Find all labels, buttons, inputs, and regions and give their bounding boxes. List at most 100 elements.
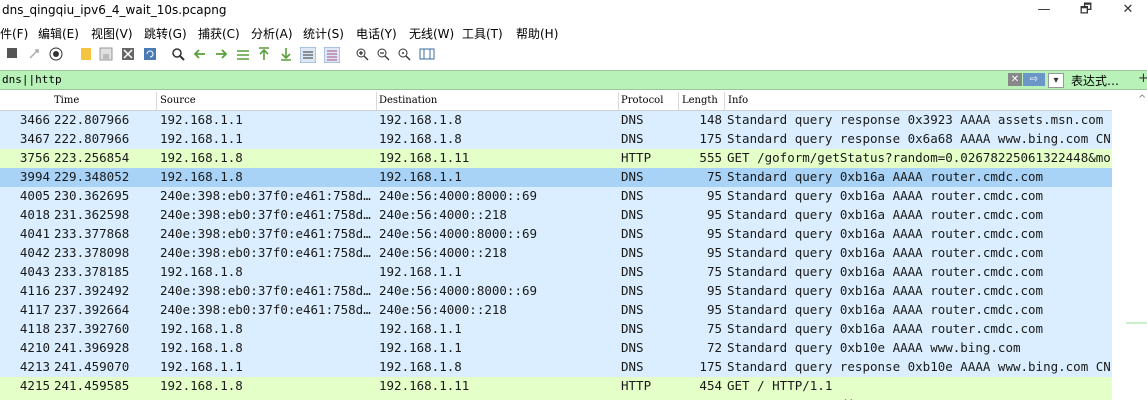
reload-icon[interactable]	[142, 47, 158, 63]
packet-row[interactable]: 4043 233.378185 192.168.1.8 192.168.1.1 DNS 7…	[0, 263, 1112, 282]
resize-columns-icon[interactable]	[419, 47, 435, 63]
packet-time: 233.377868	[54, 226, 130, 241]
packet-row[interactable]: 4018 231.362598 240e:398:eb0:37f0:e461:758…	[0, 206, 1112, 225]
column-time[interactable]: Time	[54, 95, 79, 106]
packet-row[interactable]: 4210 241.396928 192.168.1.8 192.168.1.1 DNS 7…	[0, 339, 1112, 358]
packet-length: 555	[699, 150, 722, 165]
packet-time: 233.378185	[54, 264, 130, 279]
menu-file[interactable]: 件(F)	[0, 25, 28, 42]
packet-length: 454	[699, 378, 722, 393]
goto-icon[interactable]	[235, 47, 251, 63]
minimize-button[interactable]: —	[1021, 0, 1067, 22]
open-icon[interactable]	[78, 47, 94, 63]
packet-row[interactable]: 3466 222.807966 192.168.1.1 192.168.1.8 DNS 1…	[0, 111, 1112, 130]
packet-row[interactable]: 4041 233.377868 240e:398:eb0:37f0:e461:758…	[0, 225, 1112, 244]
packet-row[interactable]: 4042 233.378098 240e:398:eb0:37f0:e461:758…	[0, 244, 1112, 263]
zoom-out-icon[interactable]	[375, 47, 391, 63]
packet-destination: 192.168.1.1	[379, 169, 462, 184]
autoscroll-icon[interactable]	[299, 46, 317, 64]
packet-number: 4215	[19, 378, 50, 393]
colorize-icon[interactable]	[323, 46, 341, 64]
packet-time: 230.362695	[54, 188, 130, 203]
zoom-in-icon[interactable]	[354, 47, 370, 63]
packet-info: Standard query response 0x6a68 AAAA www.…	[727, 131, 1111, 146]
packet-length: 95	[706, 302, 722, 317]
zoom-reset-icon[interactable]	[396, 47, 412, 63]
apply-filter-icon[interactable]: ⇨	[1023, 73, 1045, 86]
stop-icon[interactable]	[4, 47, 20, 63]
packet-info: GET / HTTP/1.1	[727, 378, 833, 393]
column-info[interactable]: Info	[728, 95, 748, 106]
menu-tools[interactable]: 工具(T)	[462, 25, 503, 42]
options-icon[interactable]	[48, 47, 64, 63]
menu-go[interactable]: 跳转(G)	[144, 25, 187, 42]
packet-protocol: DNS	[621, 302, 644, 317]
selected-packet-row[interactable]: 3994 229.348052 192.168.1.8 192.168.1.1 DNS 7…	[0, 168, 1112, 187]
packet-row[interactable]: 4117 237.392664 240e:398:eb0:37f0:e461:758…	[0, 301, 1112, 320]
expression-button[interactable]: 表达式…	[1071, 72, 1119, 89]
column-destination[interactable]: Destination	[379, 95, 437, 106]
column-separator[interactable]	[724, 92, 725, 110]
packet-length: 95	[706, 226, 722, 241]
close-button[interactable]: ✕	[1105, 0, 1147, 22]
column-separator[interactable]	[376, 92, 377, 110]
menu-telephony[interactable]: 电话(Y)	[356, 25, 397, 42]
packet-info: Standard query 0xb16a AAAA router.cmdc.c…	[727, 283, 1044, 298]
filter-history-chevron-down-icon[interactable]: ▾	[1048, 73, 1064, 88]
packet-source: 240e:398:eb0:37f0:e461:758d…	[160, 302, 371, 317]
packet-row[interactable]: 4215 241.459585 192.168.1.8 192.168.1.11 HTT…	[0, 377, 1112, 396]
last-icon[interactable]	[278, 47, 294, 63]
packet-row[interactable]: 3467 222.807966 192.168.1.1 192.168.1.8 DNS 1…	[0, 130, 1112, 149]
packet-protocol: DNS	[621, 188, 644, 203]
packet-row[interactable]: 4213 241.459070 192.168.1.1 192.168.1.8 DNS 1…	[0, 358, 1112, 377]
first-icon[interactable]	[256, 47, 272, 63]
menu-statistics[interactable]: 统计(S)	[303, 25, 344, 42]
menu-wireless[interactable]: 无线(W)	[409, 25, 454, 42]
packet-number: 3994	[19, 169, 50, 184]
packet-length: 175	[699, 131, 722, 146]
add-filter-button[interactable]: +	[1138, 71, 1147, 86]
packet-destination: 240e:56:4000::218	[379, 302, 507, 317]
packet-row[interactable]: 4116 237.392492 240e:398:eb0:37f0:e461:758…	[0, 282, 1112, 301]
clear-filter-icon[interactable]: ✕	[1008, 73, 1022, 86]
column-protocol[interactable]: Protocol	[621, 95, 663, 106]
menu-view[interactable]: 视图(V)	[91, 25, 133, 42]
display-filter-input[interactable]: dns||http	[2, 73, 62, 86]
packet-number: 3756	[19, 150, 50, 165]
vertical-scrollbar[interactable]	[1112, 92, 1147, 400]
column-source[interactable]: Source	[160, 95, 196, 106]
packet-row[interactable]: 3756 223.256854 192.168.1.8 192.168.1.11 HTT…	[0, 149, 1112, 168]
packet-destination: 240e:56:4000:8000::69	[379, 188, 538, 203]
packet-time: 233.378098	[54, 245, 130, 260]
packet-time: 222.807966	[54, 131, 130, 146]
packet-info: Standard query response 0xb10e AAAA www.…	[727, 359, 1111, 374]
forward-icon[interactable]	[213, 47, 229, 63]
menu-help[interactable]: 帮助(H)	[516, 25, 558, 42]
menu-edit[interactable]: 编辑(E)	[38, 25, 79, 42]
column-length[interactable]: Length	[682, 95, 718, 106]
menu-capture[interactable]: 捕获(C)	[198, 25, 240, 42]
save-icon[interactable]	[98, 47, 114, 63]
packet-destination: 192.168.1.1	[379, 321, 462, 336]
packet-source: 192.168.1.8	[160, 150, 243, 165]
restart-icon[interactable]	[26, 47, 42, 63]
packet-row[interactable]: 4118 237.392760 192.168.1.8 192.168.1.1 DNS 7…	[0, 320, 1112, 339]
column-separator[interactable]	[156, 92, 157, 110]
back-icon[interactable]	[192, 47, 208, 63]
packet-protocol: DNS	[621, 340, 644, 355]
packet-time: 222.807966	[54, 112, 130, 127]
restore-button[interactable]: 🗗	[1063, 0, 1109, 22]
packet-list-header: Time Source Destination Protocol Length …	[0, 92, 1112, 111]
packet-protocol: HTTP	[621, 150, 652, 165]
menu-analyze[interactable]: 分析(A)	[251, 25, 293, 42]
packet-row[interactable]: 4005 230.362695 240e:398:eb0:37f0:e461:758…	[0, 187, 1112, 206]
column-separator[interactable]	[618, 92, 619, 110]
close-file-icon[interactable]	[120, 47, 136, 63]
packet-source: 240e:398:eb0:37f0:e461:758d…	[160, 188, 371, 203]
column-separator[interactable]	[678, 92, 679, 110]
packet-row[interactable]: 4225241.562183192.168.1.11192.168.1.8HTT…	[0, 396, 1112, 400]
scroll-up-icon[interactable]: ^	[1138, 94, 1146, 105]
find-icon[interactable]	[170, 47, 186, 63]
main-toolbar	[0, 44, 1147, 66]
packet-info: Standard query response 0x3923 AAAA asse…	[727, 112, 1104, 127]
